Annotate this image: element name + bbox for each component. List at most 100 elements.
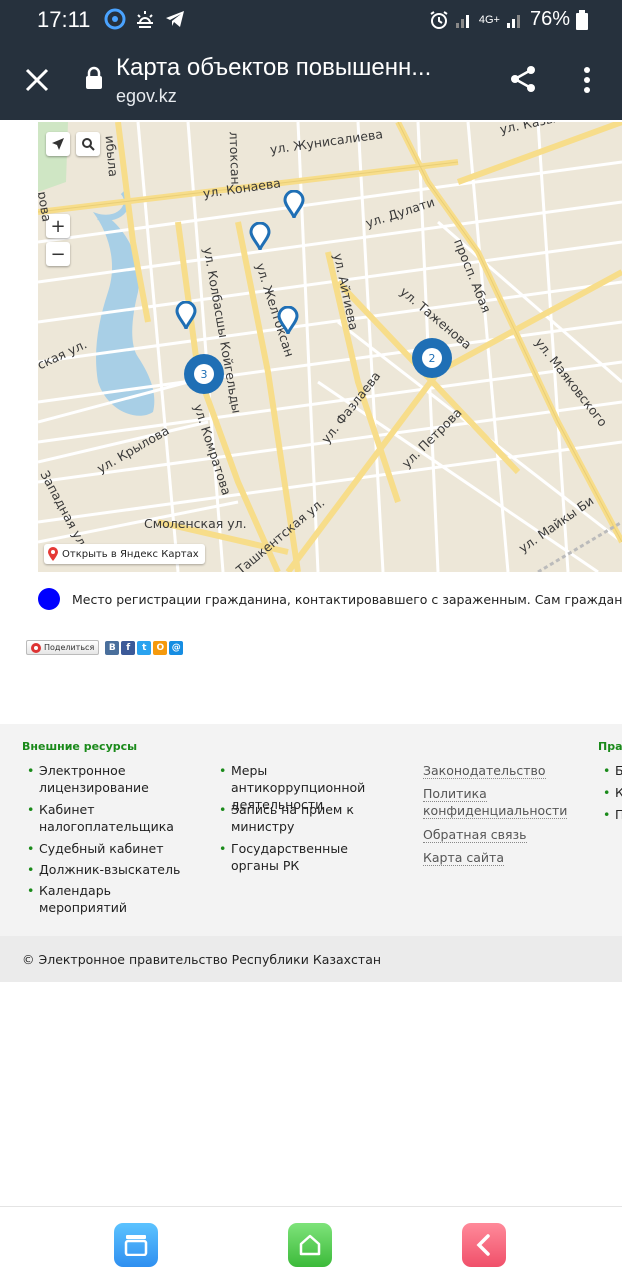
footer-link[interactable]: • Электронное лицензирование [27, 762, 189, 796]
system-nav-bar [0, 1206, 622, 1280]
yandex-map[interactable]: + − ул. Казыбек Би ул. Жунисалиева ул. К… [38, 122, 622, 572]
footer-link[interactable]: Политика конфиденциальности [423, 785, 568, 819]
navigation-arrow-icon [52, 138, 64, 150]
location-marker-icon [48, 547, 58, 561]
map-cluster-marker[interactable]: 2 [412, 338, 452, 378]
footer-link[interactable]: • Календарь мероприятий [27, 882, 199, 916]
map-legend: Место регистрации гражданина, контактиро… [38, 588, 622, 610]
footer-resources-title: Внешние ресурсы [22, 740, 138, 753]
bullet-icon: • [603, 763, 611, 778]
footer-link-label: Законодательство [423, 763, 546, 779]
share-button-label: Поделиться [44, 643, 95, 652]
footer-link-label: Судебный кабинет [39, 841, 164, 856]
footer-link-label: Политика конфиденциальности [423, 786, 568, 819]
map-pin-icon[interactable] [175, 301, 197, 331]
footer-link[interactable]: Законодательство [423, 762, 546, 779]
footer-link[interactable]: • Судебный кабинет [27, 840, 199, 857]
home-icon [299, 1234, 321, 1256]
footer-link-label: Обратная связь [423, 827, 527, 843]
share-logo-icon [31, 642, 41, 653]
back-button[interactable] [462, 1223, 506, 1267]
map-pin-icon[interactable] [283, 190, 305, 220]
more-icon[interactable] [580, 66, 594, 94]
signal-icon [455, 14, 469, 28]
lock-icon [86, 66, 102, 89]
street-label: лтоксан [226, 131, 244, 185]
footer-link-label: Запись на прием к министру [231, 802, 354, 834]
bullet-icon: • [603, 807, 611, 822]
recent-apps-button[interactable] [114, 1223, 158, 1267]
legend-text: Место регистрации гражданина, контактиро… [72, 591, 622, 607]
bullet-icon: • [27, 862, 35, 877]
zoom-out-label: − [50, 243, 66, 265]
alarm-icon [430, 10, 448, 29]
footer-link[interactable]: • Государственные органы РК [219, 840, 391, 874]
map-search-button[interactable] [76, 132, 100, 156]
battery-icon [576, 9, 588, 30]
footer-link[interactable]: • Кабинет налогоплательщика [27, 801, 189, 835]
footer-link[interactable]: • Должник-взыскатель [27, 861, 199, 878]
battery-percent: 76% [529, 8, 570, 30]
twitter-icon[interactable]: t [137, 640, 152, 655]
signal-icon-2 [506, 14, 520, 28]
bullet-icon: • [219, 802, 227, 817]
map-pin-icon[interactable] [277, 306, 299, 336]
street-label: Смоленская ул. [144, 516, 247, 531]
search-icon [82, 138, 95, 151]
footer-link[interactable]: • Б [603, 762, 622, 779]
footer-link[interactable]: • П [603, 806, 622, 823]
bullet-icon: • [27, 763, 35, 778]
cluster-count: 3 [194, 364, 214, 384]
share-button[interactable]: Поделиться [26, 640, 100, 655]
footer: Внешние ресурсы • Электронное лицензирова… [0, 724, 622, 936]
copyright-text: © Электронное правительство Республики К… [22, 952, 382, 967]
bullet-icon: • [219, 763, 227, 778]
bullet-icon: • [27, 802, 35, 817]
status-time: 17:11 [37, 7, 91, 32]
footer-link[interactable]: • К [603, 784, 622, 801]
facebook-icon[interactable]: f [121, 640, 136, 655]
footer-link-label: Б [615, 763, 622, 778]
geolocation-button[interactable] [46, 132, 70, 156]
footer-link-label: Электронное лицензирование [39, 763, 149, 795]
bullet-icon: • [27, 841, 35, 856]
copyright-bar: © Электронное правительство Республики К… [0, 936, 622, 982]
footer-link-label: Календарь мероприятий [39, 883, 127, 915]
back-icon [476, 1234, 490, 1256]
page-title: Карта объектов повышенн... [116, 54, 432, 81]
status-bar: 17:11 4G+ 76% [0, 0, 622, 40]
footer-link-label: Карта сайта [423, 850, 504, 866]
share-icon[interactable] [508, 64, 538, 94]
zoom-out-button[interactable]: − [46, 242, 70, 266]
odnoklassniki-icon[interactable]: О [153, 640, 168, 655]
weather-icon [137, 11, 153, 28]
open-in-yandex-link[interactable]: Открыть в Яндекс Картах [44, 544, 205, 564]
footer-link-label: К [615, 785, 622, 800]
bullet-icon: • [603, 785, 611, 800]
footer-link-label: Государственные органы РК [231, 841, 348, 873]
vk-icon[interactable]: В [105, 640, 120, 655]
notification-app-icon [104, 8, 126, 30]
bullet-icon: • [219, 841, 227, 856]
page-url: egov.kz [116, 86, 177, 106]
footer-link-label: П [615, 807, 622, 822]
open-in-yandex-label: Открыть в Яндекс Картах [62, 548, 199, 560]
map-pin-icon[interactable] [249, 222, 271, 252]
map-cluster-marker[interactable]: 3 [184, 354, 224, 394]
cluster-count: 2 [422, 348, 442, 368]
app-bar: Карта объектов повышенн... egov.kz [0, 40, 622, 120]
footer-col4-title: Прав [598, 740, 622, 753]
share-row: Поделиться В f t О @ [26, 640, 184, 655]
close-icon[interactable] [24, 67, 50, 93]
telegram-icon [166, 11, 184, 27]
footer-link-label: Кабинет налогоплательщика [39, 802, 174, 834]
footer-link[interactable]: Обратная связь [423, 826, 527, 843]
home-button[interactable] [288, 1223, 332, 1267]
legend-color-dot [38, 588, 60, 610]
network-type: 4G+ [478, 13, 500, 26]
bullet-icon: • [27, 883, 35, 898]
mailru-icon[interactable]: @ [169, 640, 184, 655]
footer-link[interactable]: Карта сайта [423, 849, 504, 866]
footer-link[interactable]: • Запись на прием к министру [219, 801, 371, 835]
recent-apps-icon [124, 1235, 148, 1256]
